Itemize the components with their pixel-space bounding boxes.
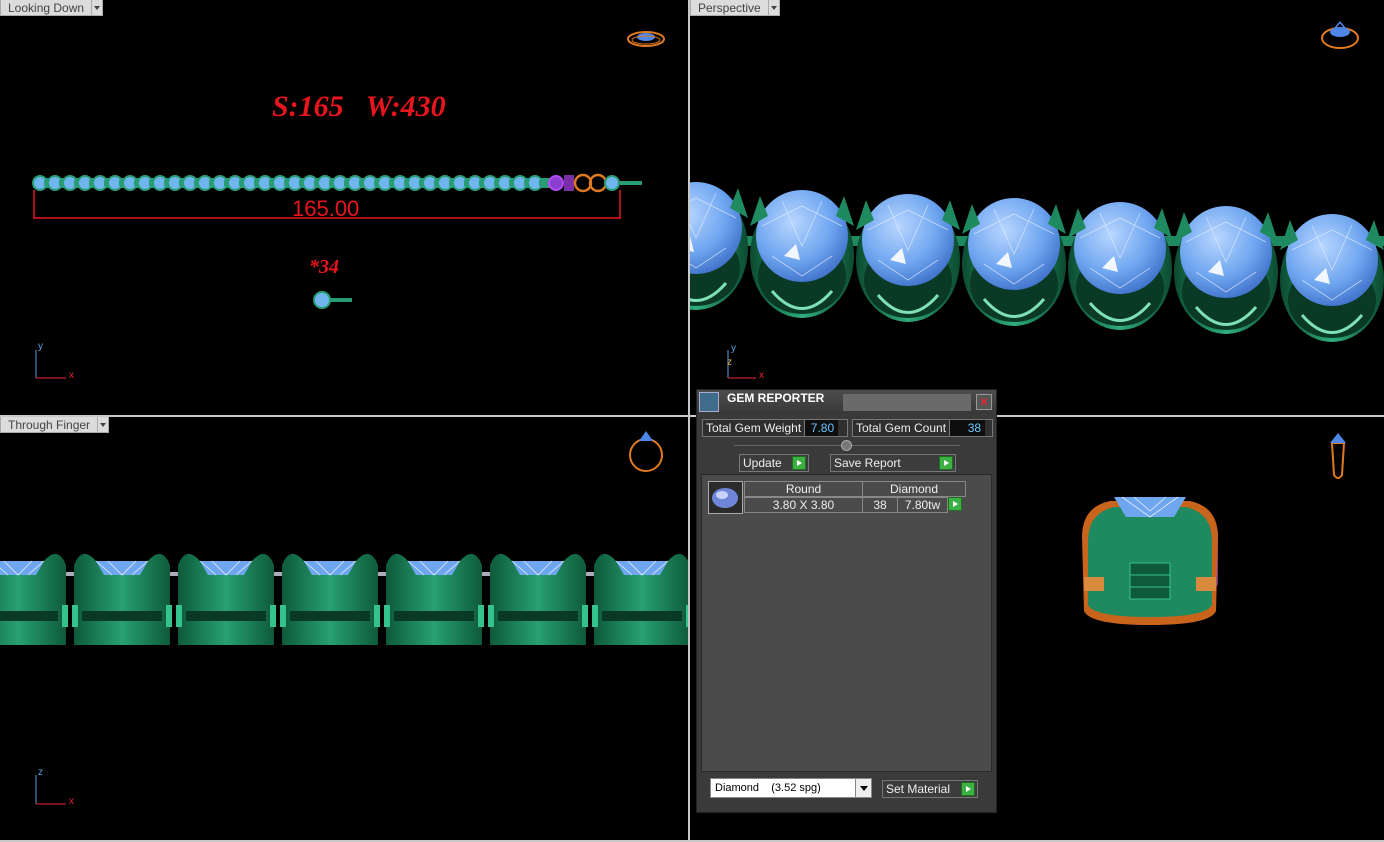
set-material-button-label: Set Material <box>886 782 951 796</box>
gem-weight-cell: 7.80tw <box>897 497 948 513</box>
dimension-value: 165.00 <box>292 196 360 221</box>
axis-label-x: x <box>69 796 74 807</box>
chevron-down-icon[interactable] <box>855 779 871 797</box>
viewport-label-through-finger[interactable]: Through Finger <box>0 417 110 433</box>
list-item[interactable]: Round Diamond 3.80 X 3.80 38 7.80tw <box>708 481 966 515</box>
total-gem-count-value: 38 <box>949 420 986 436</box>
collapse-toggle-icon[interactable] <box>841 440 852 451</box>
update-button[interactable]: Update <box>739 454 809 472</box>
gem-list-panel[interactable]: Round Diamond 3.80 X 3.80 38 7.80tw <box>701 474 992 772</box>
material-select[interactable]: Diamond (3.52 spg) <box>710 778 872 798</box>
total-gem-weight-field: Total Gem Weight 7.80 <box>702 419 848 437</box>
side-gem-row <box>0 553 688 646</box>
gem-count-cell: 38 <box>862 497 898 513</box>
gem-reporter-title: GEM REPORTER <box>727 391 825 405</box>
update-button-label: Update <box>743 456 782 470</box>
viewport-dropdown-icon[interactable] <box>98 417 110 433</box>
viewport-looking-down[interactable]: S:165 W:430 165.00 *34 y x Looking Down <box>0 0 688 415</box>
ring-lying-flat-icon[interactable] <box>627 31 665 47</box>
gem-reporter-dialog[interactable]: GEM REPORTER × Total Gem Weight 7.80 Tot… <box>696 389 997 813</box>
close-icon[interactable]: × <box>976 394 992 410</box>
viewport-label-perspective[interactable]: Perspective <box>690 0 780 16</box>
axis-label-z: z <box>38 767 43 778</box>
through-finger-scene <box>0 431 688 805</box>
ring-perspective-icon[interactable] <box>1321 21 1359 49</box>
viewport-through-finger[interactable]: z x Through Finger <box>0 417 688 842</box>
gem-row-action-icon[interactable] <box>948 497 962 511</box>
viewport-dropdown-icon[interactable] <box>92 0 104 16</box>
gem-shape-cell: Round <box>744 481 863 497</box>
perspective-scene <box>690 21 1384 379</box>
total-gem-weight-label: Total Gem Weight <box>706 421 802 435</box>
play-arrow-icon <box>939 456 953 470</box>
gem-reporter-app-icon <box>699 392 719 412</box>
viewport-divider-vertical[interactable] <box>688 0 690 842</box>
axis-gizmo <box>727 350 756 379</box>
side-setting-model <box>1082 496 1218 625</box>
viewport-label-looking-down[interactable]: Looking Down <box>0 0 104 16</box>
set-material-button[interactable]: Set Material <box>882 780 978 798</box>
material-select-value: Diamond (3.52 spg) <box>715 782 821 794</box>
save-report-button-label: Save Report <box>834 456 901 470</box>
axis-label-y: y <box>731 343 736 354</box>
perspective-gem-row <box>690 180 1384 344</box>
size-weight-annotation: S:165 W:430 <box>272 90 446 123</box>
viewport-label-text: Looking Down <box>0 0 93 16</box>
viewport-label-text: Perspective <box>690 0 769 16</box>
total-gem-weight-value: 7.80 <box>804 420 839 436</box>
axis-label-x: x <box>69 370 74 381</box>
play-arrow-icon <box>961 782 975 796</box>
ring-side-icon[interactable] <box>1330 433 1346 479</box>
viewport-dropdown-icon[interactable] <box>768 0 780 16</box>
viewport-perspective[interactable]: y z x Perspective <box>690 0 1384 415</box>
gem-size-cell: 3.80 X 3.80 <box>744 497 863 513</box>
round-gem-thumbnail-icon <box>708 481 743 514</box>
axis-label-z: z <box>727 357 732 368</box>
total-gem-count-field: Total Gem Count 38 <box>852 419 993 437</box>
axis-label-y: y <box>38 341 43 352</box>
stone-count-annotation: *34 <box>309 256 339 278</box>
ring-front-icon[interactable] <box>629 431 663 472</box>
single-gem-sample <box>313 291 352 309</box>
gem-chain-top <box>32 173 642 193</box>
titlebar-drag-area[interactable] <box>843 394 971 411</box>
total-gem-count-label: Total Gem Count <box>856 421 947 435</box>
axis-label-x: x <box>759 370 764 381</box>
gem-reporter-titlebar[interactable]: GEM REPORTER × <box>697 390 996 414</box>
viewport-label-text: Through Finger <box>0 417 99 433</box>
save-report-button[interactable]: Save Report <box>830 454 956 472</box>
play-arrow-icon <box>792 456 806 470</box>
axis-gizmo <box>35 775 66 805</box>
gem-material-cell: Diamond <box>862 481 966 497</box>
axis-gizmo <box>35 350 66 379</box>
viewport-divider-horizontal[interactable] <box>0 415 1384 417</box>
